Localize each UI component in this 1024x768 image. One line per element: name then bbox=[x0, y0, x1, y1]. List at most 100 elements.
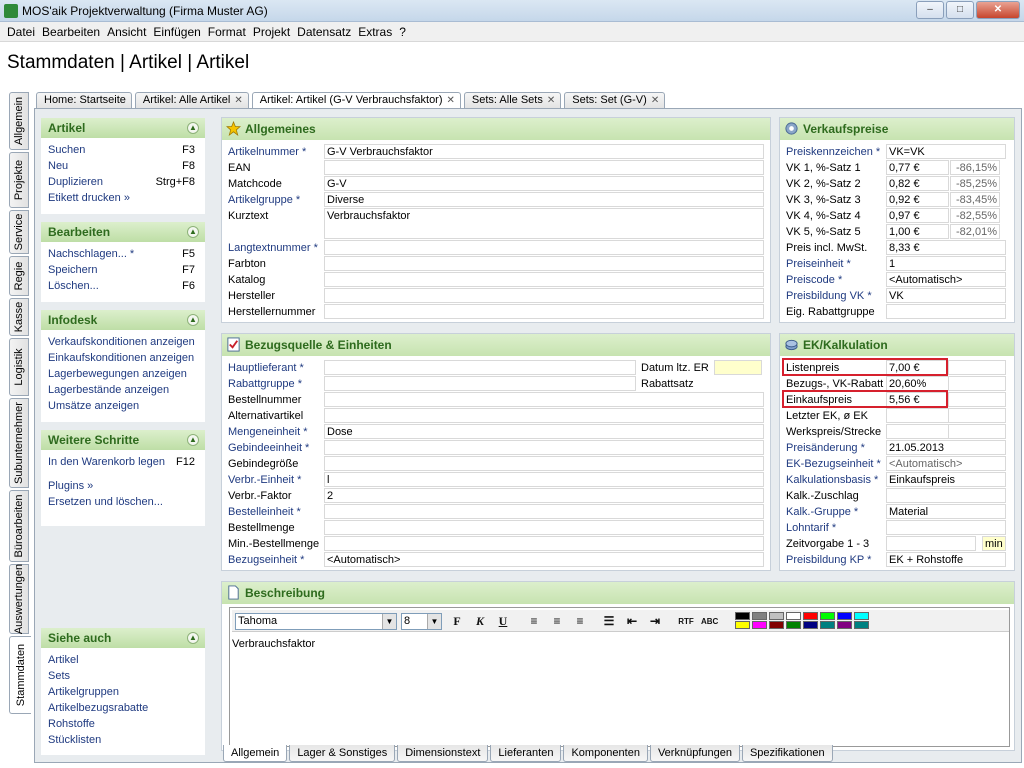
close-icon[interactable]: ✕ bbox=[234, 95, 242, 106]
bold-icon[interactable]: F bbox=[449, 614, 465, 629]
percent-field[interactable]: -86,15% bbox=[950, 160, 1000, 175]
field-hersteller[interactable] bbox=[324, 288, 764, 303]
sidebar-item[interactable]: Verkaufskonditionen anzeigen bbox=[41, 334, 205, 350]
field-label-bezugseinheit[interactable]: Bezugseinheit * bbox=[228, 552, 304, 566]
sidebar-header-infodesk[interactable]: Infodesk ▲ bbox=[41, 310, 205, 330]
extra-field[interactable] bbox=[948, 360, 1006, 375]
extra-field[interactable] bbox=[948, 392, 1006, 407]
field-label-rabattgruppe[interactable]: Rabattgruppe * bbox=[228, 376, 302, 390]
align-center-icon[interactable]: ≡ bbox=[549, 614, 565, 629]
datum-field[interactable] bbox=[714, 360, 762, 375]
size-select[interactable]: 8 ▼ bbox=[401, 613, 442, 630]
close-icon[interactable]: ✕ bbox=[651, 95, 659, 106]
color-swatch[interactable] bbox=[786, 621, 801, 629]
field-matchcode[interactable]: G-V bbox=[324, 176, 764, 191]
field-rabattgruppe[interactable] bbox=[324, 376, 636, 391]
collapse-icon[interactable]: ▲ bbox=[187, 632, 199, 644]
field-label-preiseinheit[interactable]: Preiseinheit * bbox=[786, 256, 851, 270]
field-label-artikelgruppe[interactable]: Artikelgruppe * bbox=[228, 192, 300, 206]
doc-tab[interactable]: Artikel: Alle Artikel ✕ bbox=[134, 92, 249, 108]
field-label-preisbildung-vk[interactable]: Preisbildung VK * bbox=[786, 288, 872, 302]
indent-icon[interactable]: ⇥ bbox=[647, 614, 663, 629]
menu-extras[interactable]: Extras bbox=[355, 22, 396, 41]
bottom-tab-lieferanten[interactable]: Lieferanten bbox=[490, 745, 562, 762]
bottom-tab-spezifikationen[interactable]: Spezifikationen bbox=[741, 745, 833, 762]
vtab-auswertungen[interactable]: Auswertungen bbox=[9, 564, 29, 634]
field-vk-5-satz-5[interactable]: 1,00 € bbox=[886, 224, 949, 239]
field-langtextnummer[interactable] bbox=[324, 240, 764, 255]
field-preisbildung-vk[interactable]: VK bbox=[886, 288, 1006, 303]
field-kurztext[interactable]: Verbrauchsfaktor bbox=[324, 208, 764, 239]
field-preiskennzeichen[interactable]: VK=VK bbox=[886, 144, 1006, 159]
sidebar-item[interactable]: In den Warenkorb legen F12 bbox=[41, 454, 205, 470]
field-label-preisänderung[interactable]: Preisänderung * bbox=[786, 440, 865, 454]
sidebar-header-artikel[interactable]: Artikel ▲ bbox=[41, 118, 205, 138]
color-swatch[interactable] bbox=[752, 612, 767, 620]
bottom-tab-dimensionstext[interactable]: Dimensionstext bbox=[397, 745, 489, 762]
extra-field[interactable] bbox=[948, 408, 1006, 423]
sidebar-item[interactable]: Etikett drucken » bbox=[41, 190, 205, 206]
color-swatch[interactable] bbox=[735, 621, 750, 629]
sidebar-header-weitere[interactable]: Weitere Schritte ▲ bbox=[41, 430, 205, 450]
color-swatch[interactable] bbox=[854, 612, 869, 620]
field-lohntarif[interactable] bbox=[886, 520, 1006, 535]
sidebar-item[interactable]: Löschen... F6 bbox=[41, 278, 205, 294]
field-artikelgruppe[interactable]: Diverse bbox=[324, 192, 764, 207]
color-swatch[interactable] bbox=[820, 621, 835, 629]
menu-ansicht[interactable]: Ansicht bbox=[104, 22, 150, 41]
close-icon[interactable]: ✕ bbox=[547, 95, 555, 106]
sidebar-item[interactable]: Lagerbewegungen anzeigen bbox=[41, 366, 205, 382]
field-hauptlieferant[interactable] bbox=[324, 360, 636, 375]
align-left-icon[interactable]: ≡ bbox=[526, 614, 542, 629]
color-swatch[interactable] bbox=[854, 621, 869, 629]
italic-icon[interactable]: K bbox=[472, 614, 488, 629]
field-verbr-einheit[interactable]: l bbox=[324, 472, 764, 487]
sidebar-item[interactable]: Artikelgruppen bbox=[41, 684, 205, 700]
field-label-preisbildung-kp[interactable]: Preisbildung KP * bbox=[786, 552, 871, 566]
doc-tab[interactable]: Sets: Set (G-V) ✕ bbox=[564, 92, 666, 108]
vtab-stammdaten[interactable]: Stammdaten bbox=[9, 636, 31, 714]
sidebar-item[interactable]: Ersetzen und löschen... bbox=[41, 494, 205, 510]
percent-field[interactable]: -82,01% bbox=[950, 224, 1000, 239]
maximize-button[interactable]: □ bbox=[946, 1, 974, 19]
close-button[interactable]: ✕ bbox=[976, 1, 1020, 19]
menu-projekt[interactable]: Projekt bbox=[250, 22, 294, 41]
vtab-logistik[interactable]: Logistik bbox=[9, 338, 29, 396]
sidebar-item[interactable]: Suchen F3 bbox=[41, 142, 205, 158]
sidebar-item[interactable]: Duplizieren Strg+F8 bbox=[41, 174, 205, 190]
field-label-lohntarif[interactable]: Lohntarif * bbox=[786, 520, 836, 534]
percent-field[interactable]: -82,55% bbox=[950, 208, 1000, 223]
align-right-icon[interactable]: ≡ bbox=[572, 614, 588, 629]
field-eig-rabattgruppe[interactable] bbox=[886, 304, 1006, 319]
bottom-tab-allgemein[interactable]: Allgemein bbox=[223, 745, 288, 762]
field-bestelleinheit[interactable] bbox=[324, 504, 764, 519]
close-icon[interactable]: ✕ bbox=[447, 95, 455, 106]
field-ean[interactable] bbox=[324, 160, 764, 175]
field-label-preiscode[interactable]: Preiscode * bbox=[786, 272, 842, 286]
percent-field[interactable]: -83,45% bbox=[950, 192, 1000, 207]
field-min-bestellmenge[interactable] bbox=[324, 536, 764, 551]
doc-tab[interactable]: Sets: Alle Sets ✕ bbox=[463, 92, 562, 108]
field-label-bestelleinheit[interactable]: Bestelleinheit * bbox=[228, 504, 301, 518]
menu-datei[interactable]: Datei bbox=[4, 22, 39, 41]
collapse-icon[interactable]: ▲ bbox=[187, 226, 199, 238]
field-vk-4-satz-4[interactable]: 0,97 € bbox=[886, 208, 949, 223]
sidebar-item[interactable]: Stücklisten bbox=[41, 732, 205, 748]
sidebar-item[interactable]: Umsätze anzeigen bbox=[41, 398, 205, 414]
color-swatch[interactable] bbox=[769, 612, 784, 620]
collapse-icon[interactable]: ▲ bbox=[187, 122, 199, 134]
color-swatch[interactable] bbox=[837, 621, 852, 629]
minimize-button[interactable]: – bbox=[916, 1, 944, 19]
bullet-list-icon[interactable]: ☰ bbox=[601, 614, 617, 629]
field-ek-bezugseinheit[interactable]: <Automatisch> bbox=[886, 456, 1006, 471]
doc-tab[interactable]: Artikel: Artikel (G-V Verbrauchsfaktor) ✕ bbox=[251, 92, 461, 108]
sidebar-header-bearbeiten[interactable]: Bearbeiten ▲ bbox=[41, 222, 205, 242]
field-label-verbr-einheit[interactable]: Verbr.-Einheit * bbox=[228, 472, 301, 486]
field-mengeneinheit[interactable]: Dose bbox=[324, 424, 764, 439]
field-kalk-zuschlag[interactable] bbox=[886, 488, 1006, 503]
field-katalog[interactable] bbox=[324, 272, 764, 287]
bottom-tab-komponenten[interactable]: Komponenten bbox=[563, 745, 648, 762]
sidebar-item[interactable]: Sets bbox=[41, 668, 205, 684]
bottom-tab-verknüpfungen[interactable]: Verknüpfungen bbox=[649, 745, 740, 762]
extra-field[interactable] bbox=[948, 424, 1006, 439]
